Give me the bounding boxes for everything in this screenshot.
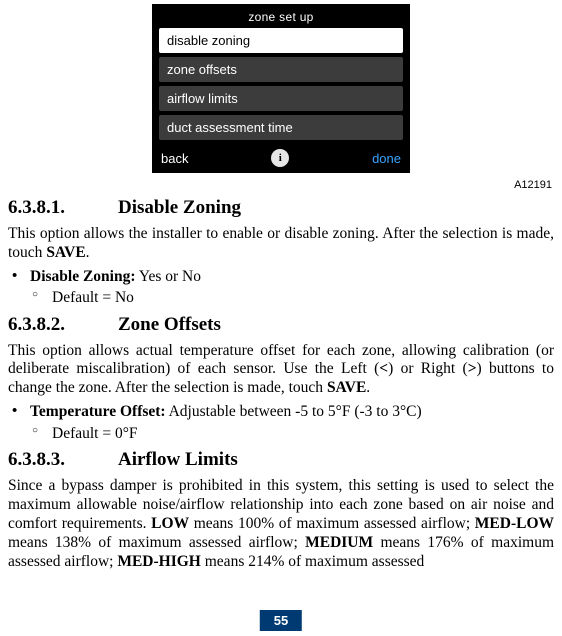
device-title: zone set up	[153, 5, 409, 28]
device-menu-item[interactable]: zone offsets	[159, 57, 403, 82]
sub-bullet-item: Default = No	[8, 288, 554, 307]
back-button[interactable]: back	[161, 151, 188, 166]
section-heading: 6.3.8.1.Disable Zoning	[8, 197, 554, 219]
device-menu-item[interactable]: disable zoning	[159, 28, 403, 53]
page: zone set up disable zoning zone offsets ai…	[0, 0, 562, 636]
done-button[interactable]: done	[372, 151, 401, 166]
bullet-item: Disable Zoning: Yes or No	[8, 267, 554, 286]
device-menu-item[interactable]: airflow limits	[159, 86, 403, 111]
paragraph: This option allows actual temperature of…	[8, 342, 554, 399]
paragraph: Since a bypass damper is prohibited in t…	[8, 477, 554, 572]
section-heading: 6.3.8.3.Airflow Limits	[8, 449, 554, 471]
sub-bullet-list: Default = 0°F	[8, 424, 554, 443]
bullet-item: Temperature Offset: Adjustable between -…	[8, 402, 554, 421]
page-number: 55	[260, 610, 302, 631]
sub-bullet-item: Default = 0°F	[8, 424, 554, 443]
section-heading: 6.3.8.2.Zone Offsets	[8, 314, 554, 336]
sub-bullet-list: Default = No	[8, 288, 554, 307]
document-body: 6.3.8.1.Disable Zoning This option allows…	[8, 197, 554, 572]
device-screen: zone set up disable zoning zone offsets ai…	[152, 4, 410, 173]
device-figure: zone set up disable zoning zone offsets ai…	[8, 4, 554, 173]
bullet-list: Temperature Offset: Adjustable between -…	[8, 402, 554, 443]
device-menu-item[interactable]: duct assessment time	[159, 115, 403, 140]
bullet-list: Disable Zoning: Yes or No Default = No	[8, 267, 554, 308]
figure-id: A12191	[8, 179, 552, 191]
device-footer: back i done	[153, 146, 409, 172]
info-icon[interactable]: i	[271, 149, 289, 167]
device-menu: disable zoning zone offsets airflow limits…	[153, 28, 409, 146]
paragraph: This option allows the installer to enab…	[8, 225, 554, 263]
